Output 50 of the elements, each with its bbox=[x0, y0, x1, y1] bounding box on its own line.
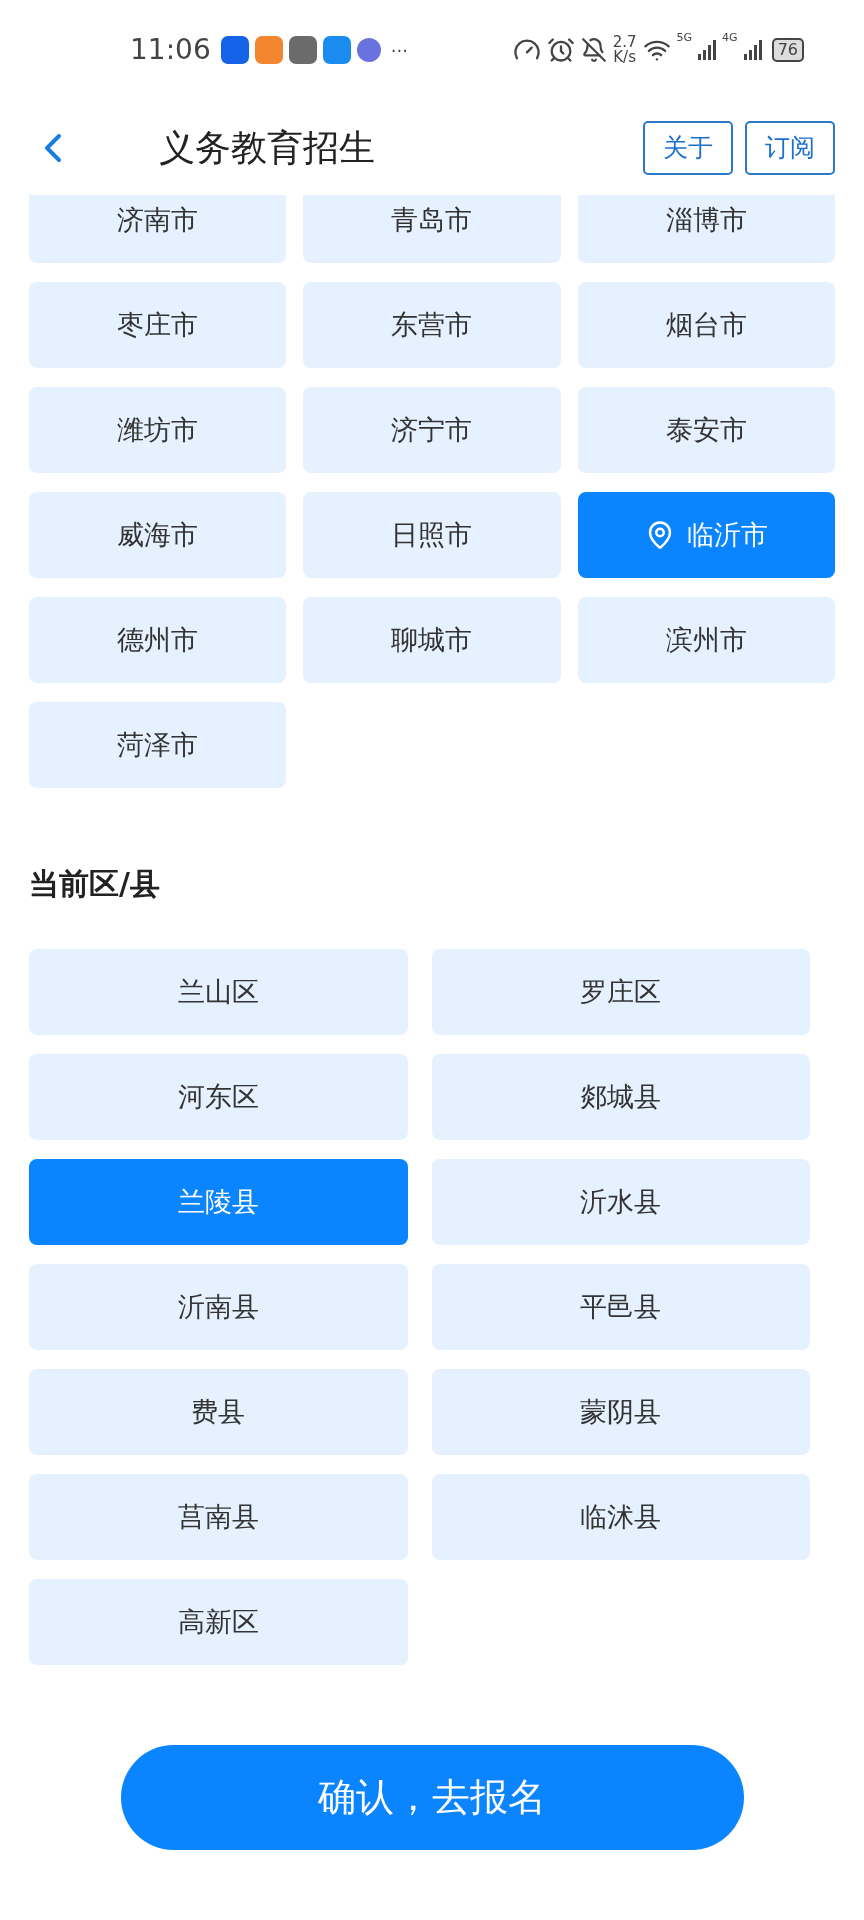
option-tile[interactable]: 滨州市 bbox=[577, 597, 835, 683]
option-tile[interactable]: 高新区 bbox=[29, 1579, 408, 1665]
option-tile[interactable]: 临沂市 bbox=[577, 492, 835, 578]
signal-icon bbox=[698, 40, 717, 60]
header-button[interactable]: 订阅 bbox=[745, 120, 835, 175]
network-type: 4G bbox=[722, 30, 738, 46]
app-icon bbox=[254, 36, 283, 64]
option-tile[interactable]: 兰山区 bbox=[29, 949, 408, 1035]
signal-icon bbox=[743, 40, 762, 60]
option-tile[interactable]: 聊城市 bbox=[303, 597, 561, 683]
alarm-icon bbox=[546, 36, 575, 64]
header-button[interactable]: 关于 bbox=[643, 120, 733, 175]
option-tile[interactable]: 淄博市 bbox=[577, 195, 835, 263]
app-icon bbox=[288, 36, 317, 64]
page-title: 义务教育招生 bbox=[159, 125, 375, 170]
option-tile[interactable]: 罗庄区 bbox=[431, 949, 810, 1035]
section-heading: 当前区/县 bbox=[28, 865, 161, 903]
option-tile[interactable]: 青岛市 bbox=[303, 195, 561, 263]
option-tile[interactable]: 莒南县 bbox=[29, 1474, 408, 1560]
more-notifications: ··· bbox=[390, 38, 408, 63]
option-tile[interactable]: 日照市 bbox=[303, 492, 561, 578]
option-tile[interactable]: 东营市 bbox=[303, 282, 561, 368]
option-tile[interactable]: 沂水县 bbox=[431, 1159, 810, 1245]
option-tile[interactable]: 费县 bbox=[29, 1369, 408, 1455]
app-icon bbox=[356, 38, 381, 62]
app-icon bbox=[322, 36, 351, 64]
option-tile[interactable]: 德州市 bbox=[29, 597, 287, 683]
network-speed-unit: K/s bbox=[613, 50, 636, 65]
option-tile[interactable]: 菏泽市 bbox=[29, 702, 287, 788]
app-icon bbox=[220, 36, 249, 64]
option-tile[interactable]: 泰安市 bbox=[577, 387, 835, 473]
option-tile[interactable]: 河东区 bbox=[29, 1054, 408, 1140]
network-type: 5G bbox=[676, 30, 693, 46]
option-tile[interactable]: 沂南县 bbox=[29, 1264, 408, 1350]
option-tile[interactable]: 烟台市 bbox=[577, 282, 835, 368]
status-time: 11:06 bbox=[130, 32, 211, 68]
option-tile[interactable]: 威海市 bbox=[29, 492, 287, 578]
confirm-button[interactable]: 确认，去报名 bbox=[120, 1745, 744, 1850]
network-speed-value: 2.7 bbox=[612, 35, 637, 50]
option-tile[interactable]: 蒙阴县 bbox=[431, 1369, 810, 1455]
option-tile[interactable]: 平邑县 bbox=[431, 1264, 810, 1350]
option-tile[interactable]: 济南市 bbox=[29, 195, 287, 263]
option-tile[interactable]: 临沭县 bbox=[431, 1474, 810, 1560]
option-tile[interactable]: 济宁市 bbox=[303, 387, 561, 473]
bell-off-icon bbox=[580, 37, 607, 63]
option-tile[interactable]: 郯城县 bbox=[431, 1054, 810, 1140]
option-tile[interactable]: 枣庄市 bbox=[29, 282, 287, 368]
option-tile[interactable]: 兰陵县 bbox=[29, 1159, 408, 1245]
option-tile[interactable]: 潍坊市 bbox=[29, 387, 287, 473]
battery-icon: 76 bbox=[771, 38, 804, 62]
